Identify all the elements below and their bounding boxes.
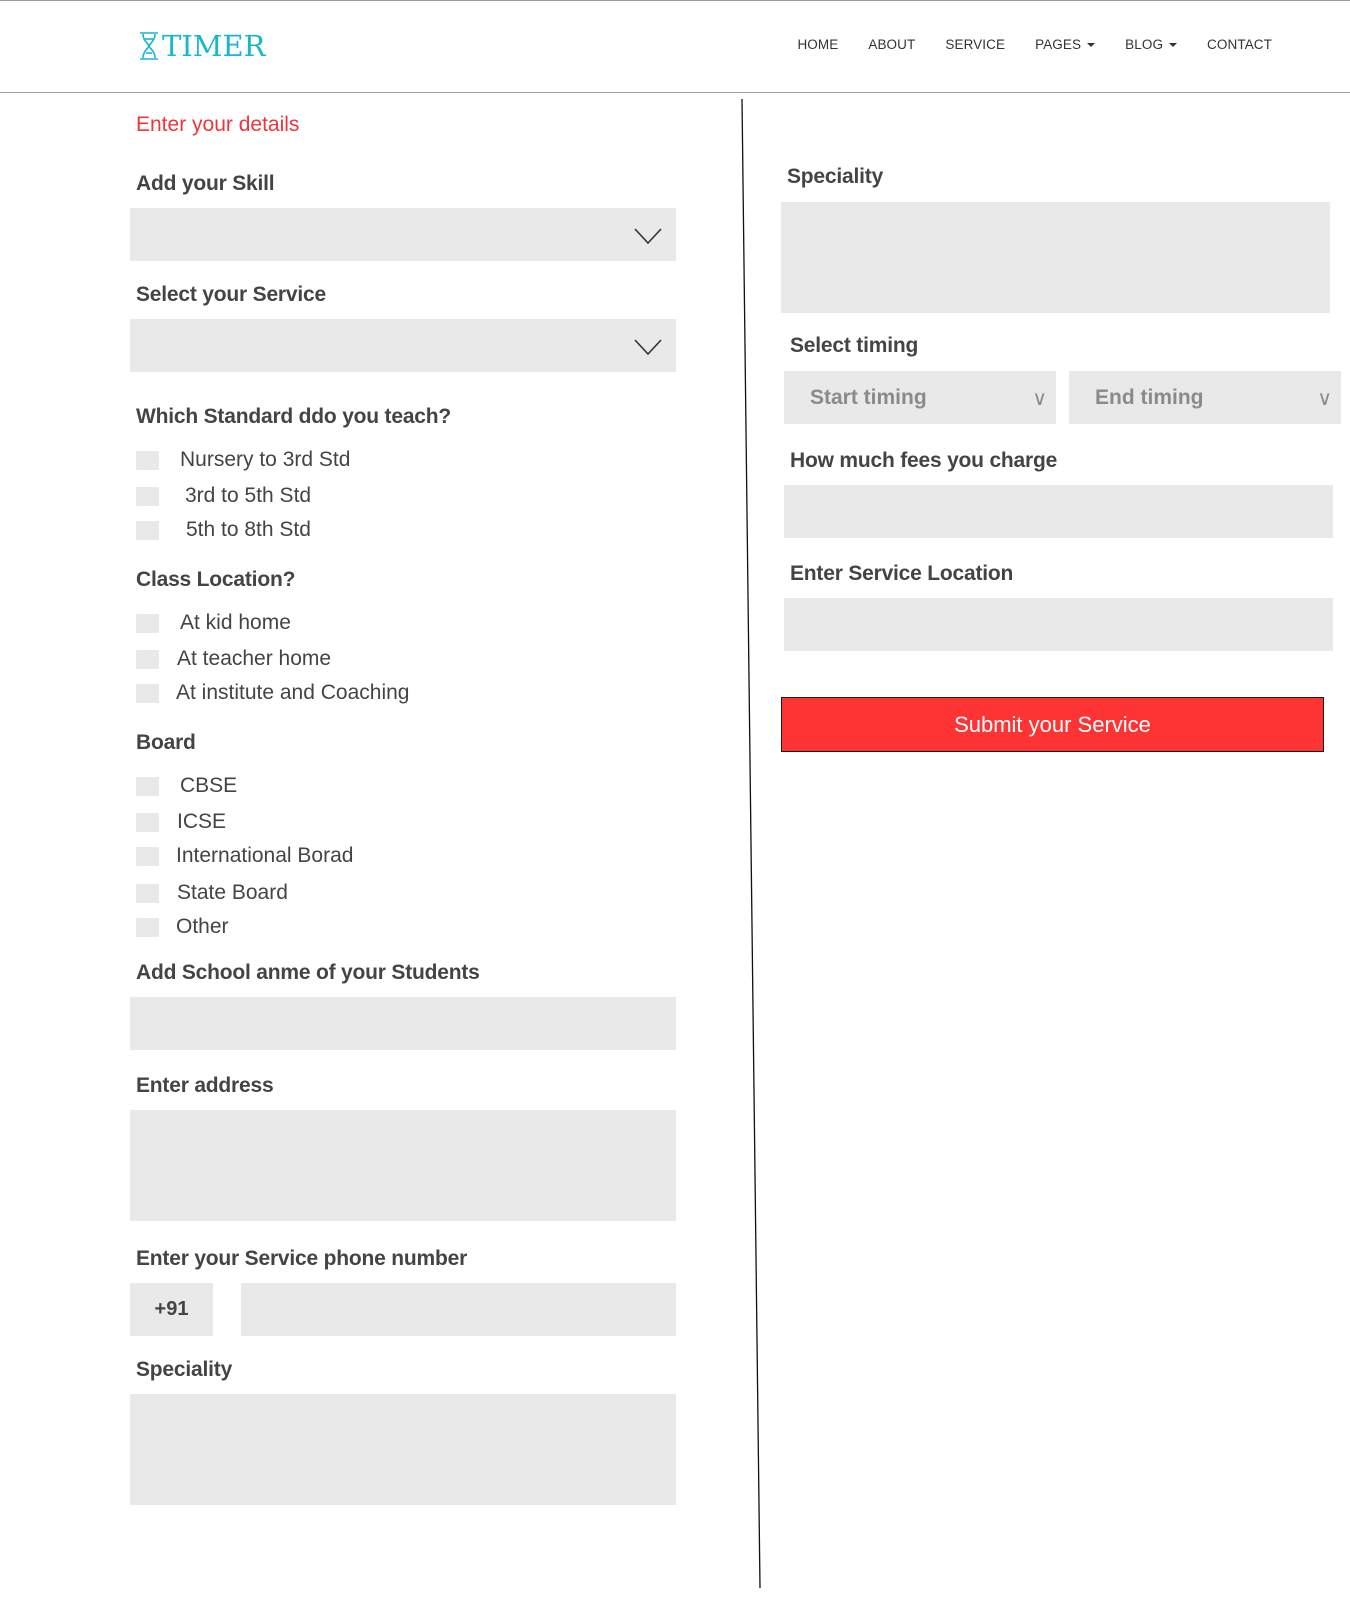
board-option[interactable]: ICSE	[136, 810, 226, 834]
nav-blog-label: BLOG	[1125, 37, 1164, 52]
end-timing-select[interactable]: End timing ∨	[1069, 371, 1341, 424]
checkbox[interactable]	[136, 846, 159, 866]
standard-option[interactable]: 5th to 8th Std	[136, 518, 311, 542]
phone-prefix: +91	[130, 1283, 213, 1336]
speciality-textarea-left[interactable]	[130, 1394, 676, 1505]
site-header: TIMER HOME ABOUT SERVICE PAGES BLOG CONT…	[0, 1, 1350, 93]
service-label: Select your Service	[136, 283, 326, 306]
board-option-label: Other	[176, 915, 229, 938]
hourglass-icon	[140, 32, 158, 60]
nav-pages-label: PAGES	[1035, 37, 1082, 52]
submit-service-button[interactable]: Submit your Service	[781, 697, 1324, 752]
checkbox[interactable]	[136, 917, 159, 937]
board-option[interactable]: CBSE	[136, 774, 237, 798]
nav-blog[interactable]: BLOG	[1125, 37, 1178, 52]
speciality-label-left: Speciality	[136, 1358, 233, 1381]
chevron-down-icon: ∨	[1317, 386, 1332, 410]
start-timing-placeholder: Start timing	[810, 385, 927, 409]
board-option-label: International Borad	[176, 844, 354, 867]
board-option[interactable]: Other	[136, 915, 229, 939]
board-option[interactable]: State Board	[136, 881, 288, 905]
board-option[interactable]: International Borad	[136, 844, 353, 868]
checkbox[interactable]	[136, 683, 159, 703]
form-heading: Enter your details	[136, 113, 300, 136]
nav-about-label: ABOUT	[868, 37, 916, 52]
checkbox[interactable]	[136, 649, 159, 669]
start-timing-select[interactable]: Start timing ∨	[784, 371, 1056, 424]
school-input[interactable]	[130, 997, 676, 1050]
nav-home-label: HOME	[797, 37, 839, 52]
location-option-label: At institute and Coaching	[176, 681, 410, 704]
location-label: Class Location?	[136, 568, 296, 591]
service-location-input[interactable]	[784, 598, 1333, 651]
chevron-down-icon	[634, 228, 662, 244]
skill-select[interactable]	[130, 208, 676, 261]
checkbox[interactable]	[136, 883, 159, 903]
nav-contact[interactable]: CONTACT	[1207, 37, 1272, 52]
phone-input[interactable]	[241, 1283, 676, 1336]
logo[interactable]: TIMER	[139, 31, 266, 61]
board-option-label: CBSE	[180, 774, 238, 797]
location-option[interactable]: At institute and Coaching	[136, 681, 409, 705]
main-nav: HOME ABOUT SERVICE PAGES BLOG CONTACT	[767, 37, 1272, 52]
skill-label: Add your Skill	[136, 172, 275, 195]
checkbox[interactable]	[136, 520, 159, 540]
end-timing-placeholder: End timing	[1095, 385, 1204, 409]
checkbox[interactable]	[136, 450, 159, 470]
caret-down-icon	[1087, 42, 1096, 47]
chevron-down-icon	[634, 339, 662, 355]
checkbox[interactable]	[136, 812, 159, 832]
chevron-down-icon: ∨	[1032, 386, 1047, 410]
speciality-textarea-right[interactable]	[781, 202, 1330, 313]
logo-text: TIMER	[162, 29, 266, 63]
standard-option-label: 3rd to 5th Std	[185, 484, 312, 507]
phone-label: Enter your Service phone number	[136, 1247, 468, 1270]
nav-home[interactable]: HOME	[797, 37, 838, 52]
checkbox[interactable]	[136, 613, 159, 633]
nav-contact-label: CONTACT	[1207, 37, 1272, 52]
nav-about[interactable]: ABOUT	[868, 37, 915, 52]
nav-pages[interactable]: PAGES	[1035, 37, 1096, 52]
location-option[interactable]: At teacher home	[136, 647, 331, 671]
nav-service[interactable]: SERVICE	[945, 37, 1005, 52]
service-location-label: Enter Service Location	[790, 562, 1014, 585]
board-option-label: State Board	[177, 881, 288, 904]
address-textarea[interactable]	[130, 1110, 676, 1221]
fees-input[interactable]	[784, 485, 1333, 538]
location-option-label: At kid home	[180, 611, 291, 634]
board-option-label: ICSE	[177, 810, 227, 833]
location-option-label: At teacher home	[177, 647, 332, 670]
timing-label: Select timing	[790, 334, 919, 357]
standard-label: Which Standard ddo you teach?	[136, 405, 452, 428]
school-label: Add School anme of your Students	[136, 961, 480, 984]
location-option[interactable]: At kid home	[136, 611, 291, 635]
checkbox[interactable]	[136, 776, 159, 796]
fees-label: How much fees you charge	[790, 449, 1058, 472]
service-select[interactable]	[130, 319, 676, 372]
standard-option[interactable]: Nursery to 3rd Std	[136, 448, 350, 472]
address-label: Enter address	[136, 1074, 274, 1097]
standard-option-label: Nursery to 3rd Std	[180, 448, 351, 471]
nav-service-label: SERVICE	[945, 37, 1006, 52]
standard-option-label: 5th to 8th Std	[186, 518, 311, 541]
checkbox[interactable]	[136, 486, 159, 506]
caret-down-icon	[1169, 42, 1178, 47]
board-label: Board	[136, 731, 196, 754]
speciality-label-right: Speciality	[787, 165, 884, 188]
standard-option[interactable]: 3rd to 5th Std	[136, 484, 311, 508]
